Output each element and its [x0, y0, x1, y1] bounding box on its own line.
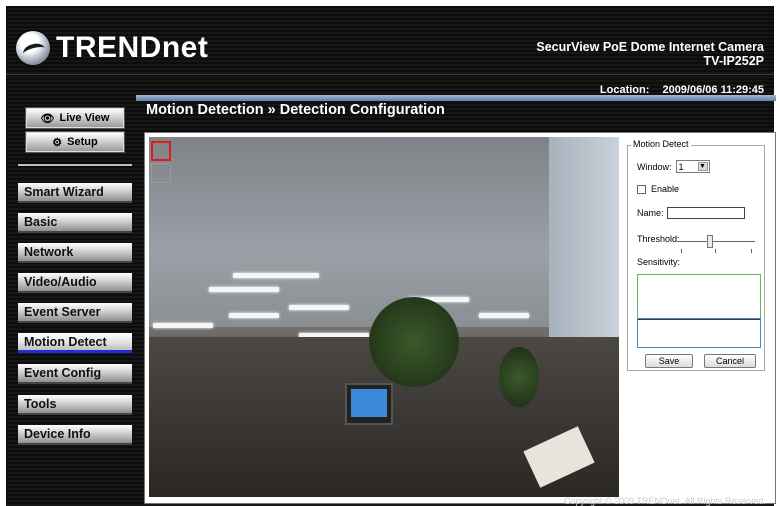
eye-icon: 👁 — [40, 112, 55, 125]
sidebar-item-label: Tools — [24, 397, 57, 411]
ceiling-light — [153, 323, 213, 328]
sidebar-item-label: Network — [24, 245, 74, 259]
sidebar-item-label: Video/Audio — [24, 275, 97, 289]
sensitivity-graph[interactable] — [637, 274, 761, 348]
sidebar-item-motion-detect[interactable]: Motion Detect — [18, 333, 132, 353]
app-frame: TRENDnet SecurView PoE Dome Internet Cam… — [6, 6, 776, 506]
live-view-label: Live View — [59, 112, 110, 124]
content-top-bar — [136, 95, 776, 101]
ceiling-light — [479, 313, 529, 318]
sidebar-item-tools[interactable]: Tools — [18, 395, 132, 415]
save-button[interactable]: Save — [645, 354, 693, 368]
ceiling-light — [229, 313, 279, 318]
sidebar-item-label: Motion Detect — [24, 334, 107, 349]
window-row: Window: 1 ▼ — [637, 160, 710, 173]
sidebar-item-label: Event Config — [24, 366, 102, 380]
sidebar-item-event-config[interactable]: Event Config — [18, 364, 132, 384]
cancel-button[interactable]: Cancel — [704, 354, 756, 368]
trendnet-logo: TRENDnet — [16, 28, 208, 68]
page-title: Motion Detection » Detection Configurati… — [146, 102, 445, 118]
content-panel: Motion Detect Window: 1 ▼ Enable Name: T… — [144, 132, 776, 504]
enable-checkbox[interactable] — [637, 184, 646, 194]
window-label: Window: — [637, 161, 672, 172]
video-plant — [499, 347, 539, 407]
slider-thumb[interactable] — [707, 235, 713, 248]
sidebar-divider — [18, 164, 132, 166]
motion-detect-fieldset: Motion Detect Window: 1 ▼ Enable Name: T… — [627, 139, 765, 371]
ceiling-light — [289, 305, 349, 310]
threshold-slider[interactable] — [677, 235, 755, 253]
enable-label: Enable — [651, 184, 680, 194]
gear-icon: ⚙ — [52, 136, 63, 149]
video-plant — [369, 297, 459, 387]
sidebar-item-smart-wizard[interactable]: Smart Wizard — [18, 183, 132, 203]
sidebar-item-event-server[interactable]: Event Server — [18, 303, 132, 323]
slider-track — [677, 241, 755, 242]
sidebar-item-basic[interactable]: Basic — [18, 213, 132, 233]
motion-window-2[interactable] — [151, 163, 171, 183]
sidebar-item-device-info[interactable]: Device Info — [18, 425, 132, 445]
sidebar-item-label: Device Info — [24, 427, 91, 441]
sensitivity-row: Sensitivity: — [637, 257, 680, 267]
sensitivity-bar — [637, 318, 761, 348]
window-select-value: 1 — [678, 161, 684, 172]
setup-label: Setup — [67, 136, 98, 148]
enable-row: Enable — [637, 184, 679, 194]
chevron-down-icon: ▼ — [697, 162, 708, 171]
motion-detect-legend: Motion Detect — [631, 139, 691, 149]
copyright-text: Copyright © 2009 TRENDnet. All Rights Re… — [563, 496, 766, 506]
threshold-label: Threshold: — [637, 234, 680, 244]
sidebar-item-label: Basic — [24, 215, 58, 229]
slider-tick — [715, 249, 716, 253]
camera-video-feed[interactable] — [149, 137, 619, 497]
name-input[interactable] — [666, 207, 745, 219]
header-divider — [6, 74, 774, 75]
slider-tick — [751, 249, 752, 253]
threshold-row: Threshold: — [637, 234, 680, 244]
sensitivity-label: Sensitivity: — [637, 257, 681, 267]
logo-icon — [16, 31, 50, 65]
slider-tick — [681, 249, 682, 253]
product-name: SecurView PoE Dome Internet Camera — [536, 40, 764, 54]
sidebar-item-network[interactable]: Network — [18, 243, 132, 263]
sidebar-item-label: Smart Wizard — [24, 185, 104, 199]
live-view-button[interactable]: 👁 Live View — [26, 108, 124, 128]
setup-button[interactable]: ⚙ Setup — [26, 132, 124, 152]
name-row: Name: — [637, 207, 745, 219]
sidebar-item-label: Event Server — [24, 305, 101, 319]
ceiling-light — [209, 287, 279, 292]
motion-window-1[interactable] — [151, 141, 171, 161]
ceiling-light — [233, 273, 319, 278]
product-title: SecurView PoE Dome Internet Camera TV-IP… — [536, 40, 764, 68]
product-model: TV-IP252P — [703, 54, 764, 68]
sidebar-item-video-audio[interactable]: Video/Audio — [18, 273, 132, 293]
brand-name: TRENDnet — [56, 31, 209, 64]
name-label: Name: — [637, 208, 664, 218]
window-select[interactable]: 1 ▼ — [675, 160, 710, 173]
video-monitor — [345, 383, 393, 425]
